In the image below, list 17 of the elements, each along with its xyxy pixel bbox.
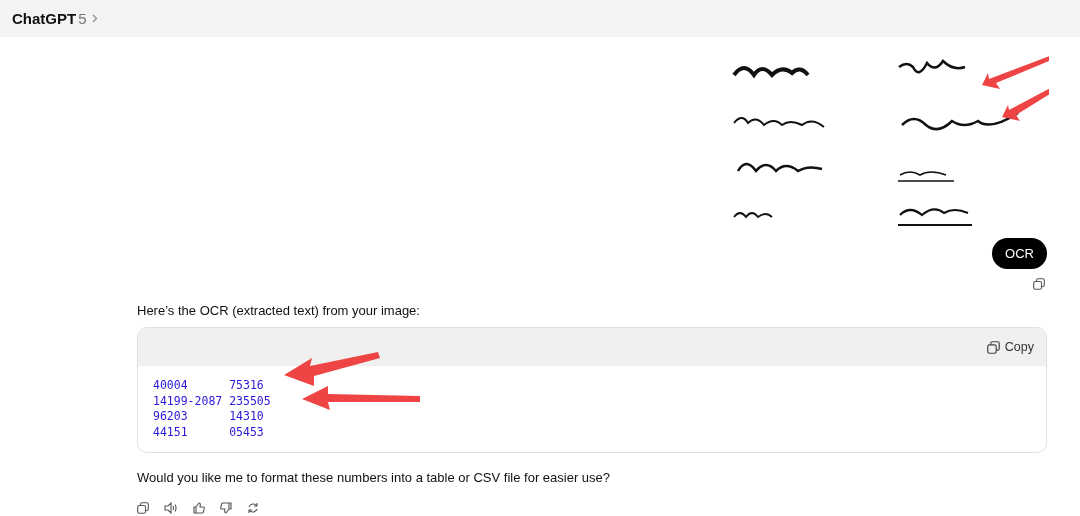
speaker-icon[interactable]: [164, 502, 178, 514]
chevron-icon: [91, 14, 98, 23]
copy-icon[interactable]: [1033, 278, 1045, 290]
code-line: 40004 75316: [153, 378, 264, 394]
assistant-text: Here’s the OCR (extracted text) from your image:: [137, 303, 421, 318]
assistant-text: Would you like me to format these numbers into a table or CSV file for easier use?: [137, 470, 612, 485]
thumbs-up-icon[interactable]: [193, 502, 205, 514]
model-selector[interactable]: ChatGPT5: [10, 8, 100, 29]
copy-button[interactable]: Copy: [984, 338, 1036, 356]
thumbs-down-icon[interactable]: [220, 502, 232, 514]
code-line: 96203 14310: [153, 409, 264, 425]
user-message: OCR: [992, 238, 1047, 269]
copy-icon: [986, 340, 1000, 354]
code-line: 14199-2087 235505: [153, 393, 271, 409]
regenerate-icon[interactable]: [247, 502, 259, 514]
copy-icon[interactable]: [137, 502, 149, 514]
code-line: 44151 05453: [153, 424, 264, 440]
